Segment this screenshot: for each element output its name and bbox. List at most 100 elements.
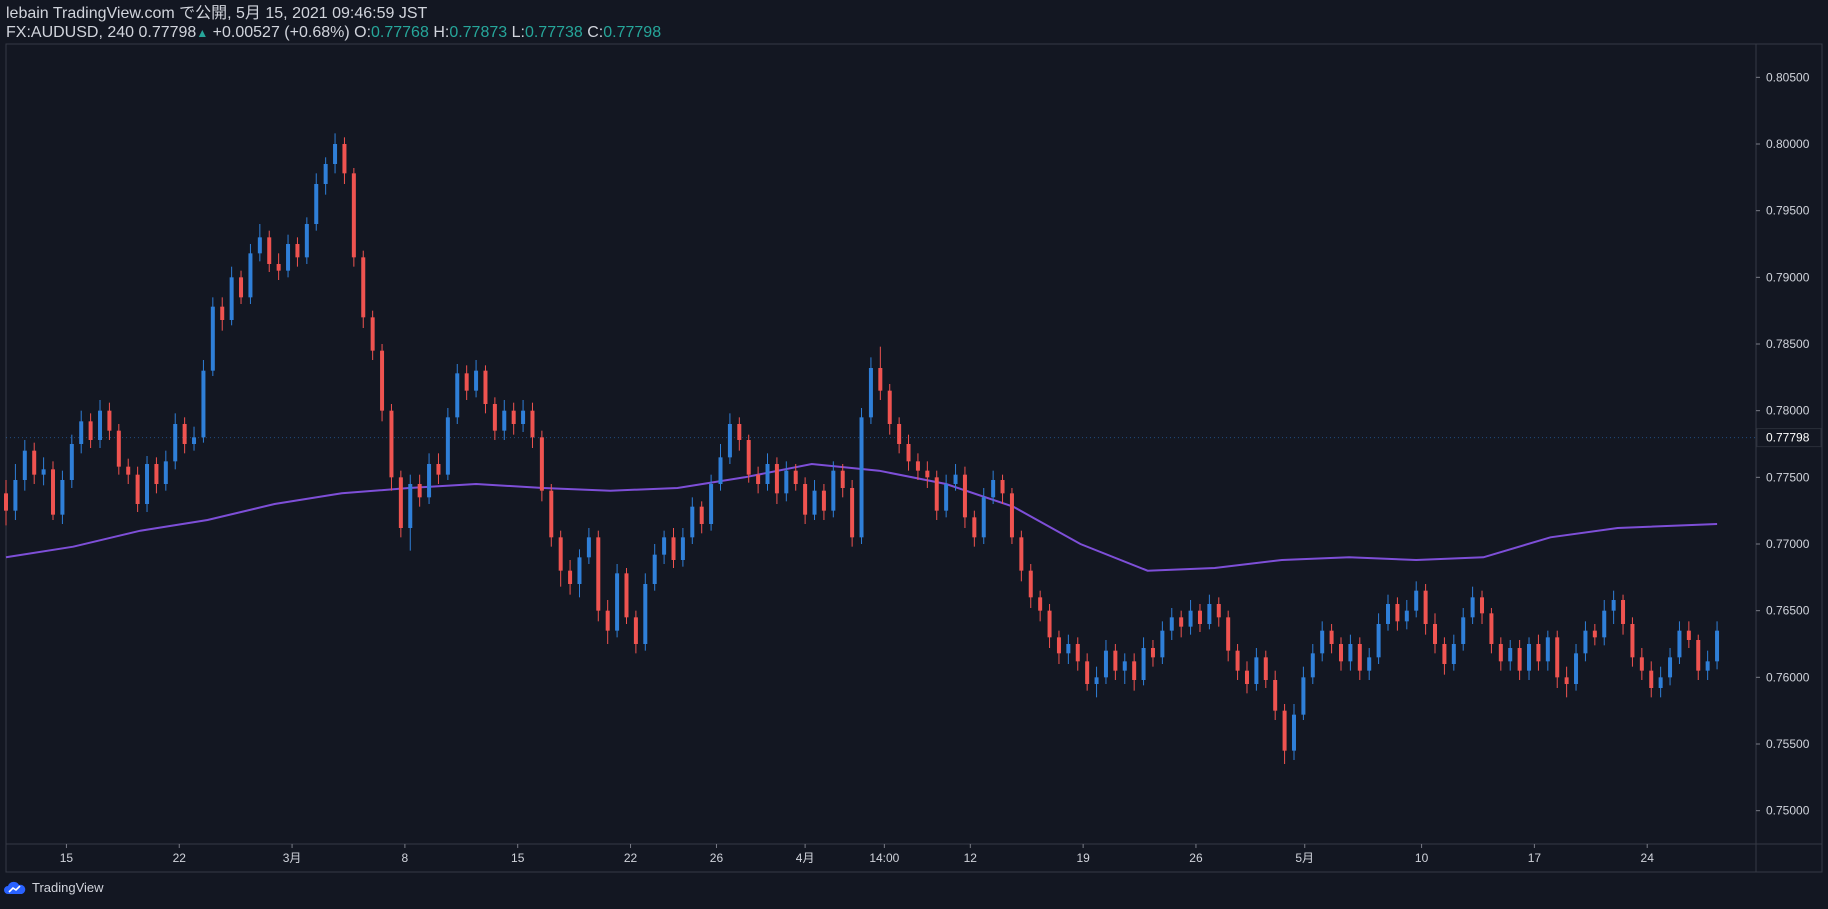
candle-body — [1282, 710, 1287, 751]
candle-down — [1433, 613, 1438, 654]
candle-down — [464, 365, 469, 400]
candle-body — [577, 557, 582, 584]
candle-body — [1338, 644, 1343, 662]
candle-up — [257, 224, 262, 262]
candle-body — [530, 410, 535, 438]
candle-down — [1696, 634, 1701, 680]
candle-down — [1630, 617, 1635, 667]
candle-up — [1705, 650, 1710, 680]
candle-body — [483, 370, 488, 404]
candle-down — [774, 457, 779, 504]
candle-body — [474, 370, 479, 391]
candle-body — [521, 410, 526, 424]
price-chart[interactable]: 0.80500 0.80000 0.79500 0.79000 0.78500 0.780… — [0, 0, 1828, 909]
candle-body — [436, 464, 441, 475]
candle-down — [624, 568, 629, 624]
candle-body — [1056, 637, 1061, 654]
candle-body — [1179, 617, 1184, 627]
candle-down — [1621, 594, 1626, 635]
candle-down — [803, 477, 808, 524]
candle-up — [333, 133, 338, 174]
candle-body — [746, 440, 751, 475]
candle-up — [229, 266, 234, 326]
candle-body — [605, 610, 610, 631]
tradingview-logo[interactable]: TradingView — [4, 880, 104, 895]
candle-body — [464, 373, 469, 391]
candle-body — [32, 450, 37, 475]
candle-up — [1574, 644, 1579, 691]
candle-up — [210, 297, 215, 376]
candle-body — [991, 480, 996, 498]
candle-body — [163, 461, 168, 484]
candle-up — [427, 453, 432, 504]
brand-name: TradingView — [32, 880, 104, 895]
candle-down — [1244, 661, 1249, 694]
candle-up — [41, 457, 46, 486]
candle-down — [1273, 670, 1278, 720]
candle-up — [1103, 640, 1108, 684]
candle-up — [1066, 634, 1071, 664]
candle-body — [906, 444, 911, 462]
candle-body — [1226, 617, 1231, 651]
candle-body — [1602, 610, 1607, 638]
candle-body — [257, 237, 262, 254]
candle-down — [699, 501, 704, 534]
candle-body — [1470, 597, 1475, 618]
candle-up — [1310, 644, 1315, 684]
candle-body — [79, 421, 84, 444]
candle-up — [1451, 634, 1456, 671]
candle-body — [1630, 624, 1635, 658]
candle-body — [596, 537, 601, 611]
candle-down — [1150, 640, 1155, 667]
candle-body — [1188, 610, 1193, 627]
candle-body — [934, 477, 939, 511]
candle-down — [596, 530, 601, 622]
candle-body — [868, 368, 873, 418]
candle-body — [699, 506, 704, 524]
y-tick-label: 0.79500 — [1766, 204, 1810, 218]
y-tick-label: 0.77000 — [1766, 537, 1810, 551]
candle-up — [286, 234, 291, 278]
candle-body — [107, 410, 112, 431]
candle-body — [154, 464, 159, 484]
candle-body — [304, 224, 309, 258]
candle-down — [558, 530, 563, 587]
candle-up — [727, 413, 732, 464]
candle-up — [98, 400, 103, 448]
candle-body — [1160, 630, 1165, 658]
candle-body — [370, 317, 375, 351]
candle-body — [361, 257, 366, 318]
candle-body — [793, 470, 798, 484]
candle-body — [135, 474, 140, 504]
candle-down — [568, 560, 573, 595]
candle-body — [1357, 644, 1362, 671]
candle-up — [690, 497, 695, 544]
candle-body — [492, 404, 497, 431]
candle-down — [1075, 637, 1080, 671]
candle-up — [445, 408, 450, 480]
candle-up — [192, 426, 197, 451]
candle-body — [1555, 637, 1560, 678]
candle-body — [323, 164, 328, 184]
candle-body — [709, 484, 714, 524]
candle-down — [821, 484, 826, 520]
candle-up — [408, 474, 413, 551]
candle-down — [1395, 597, 1400, 631]
candle-up — [1470, 586, 1475, 624]
candle-body — [511, 410, 516, 424]
candle-up — [145, 456, 150, 512]
candle-down — [417, 474, 422, 507]
x-tick-label: 15 — [60, 851, 74, 865]
candle-body — [925, 470, 930, 478]
x-tick-label: 15 — [511, 851, 525, 865]
candle-down — [1649, 661, 1654, 698]
candle-body — [1564, 677, 1569, 684]
candle-down — [1329, 624, 1334, 654]
candle-body — [398, 477, 403, 528]
candle-body — [1705, 661, 1710, 671]
candle-up — [1386, 594, 1391, 631]
candle-down — [511, 402, 516, 435]
candle-up — [812, 480, 817, 520]
candle-down — [1085, 653, 1090, 691]
y-tick-label: 0.76500 — [1766, 604, 1810, 618]
